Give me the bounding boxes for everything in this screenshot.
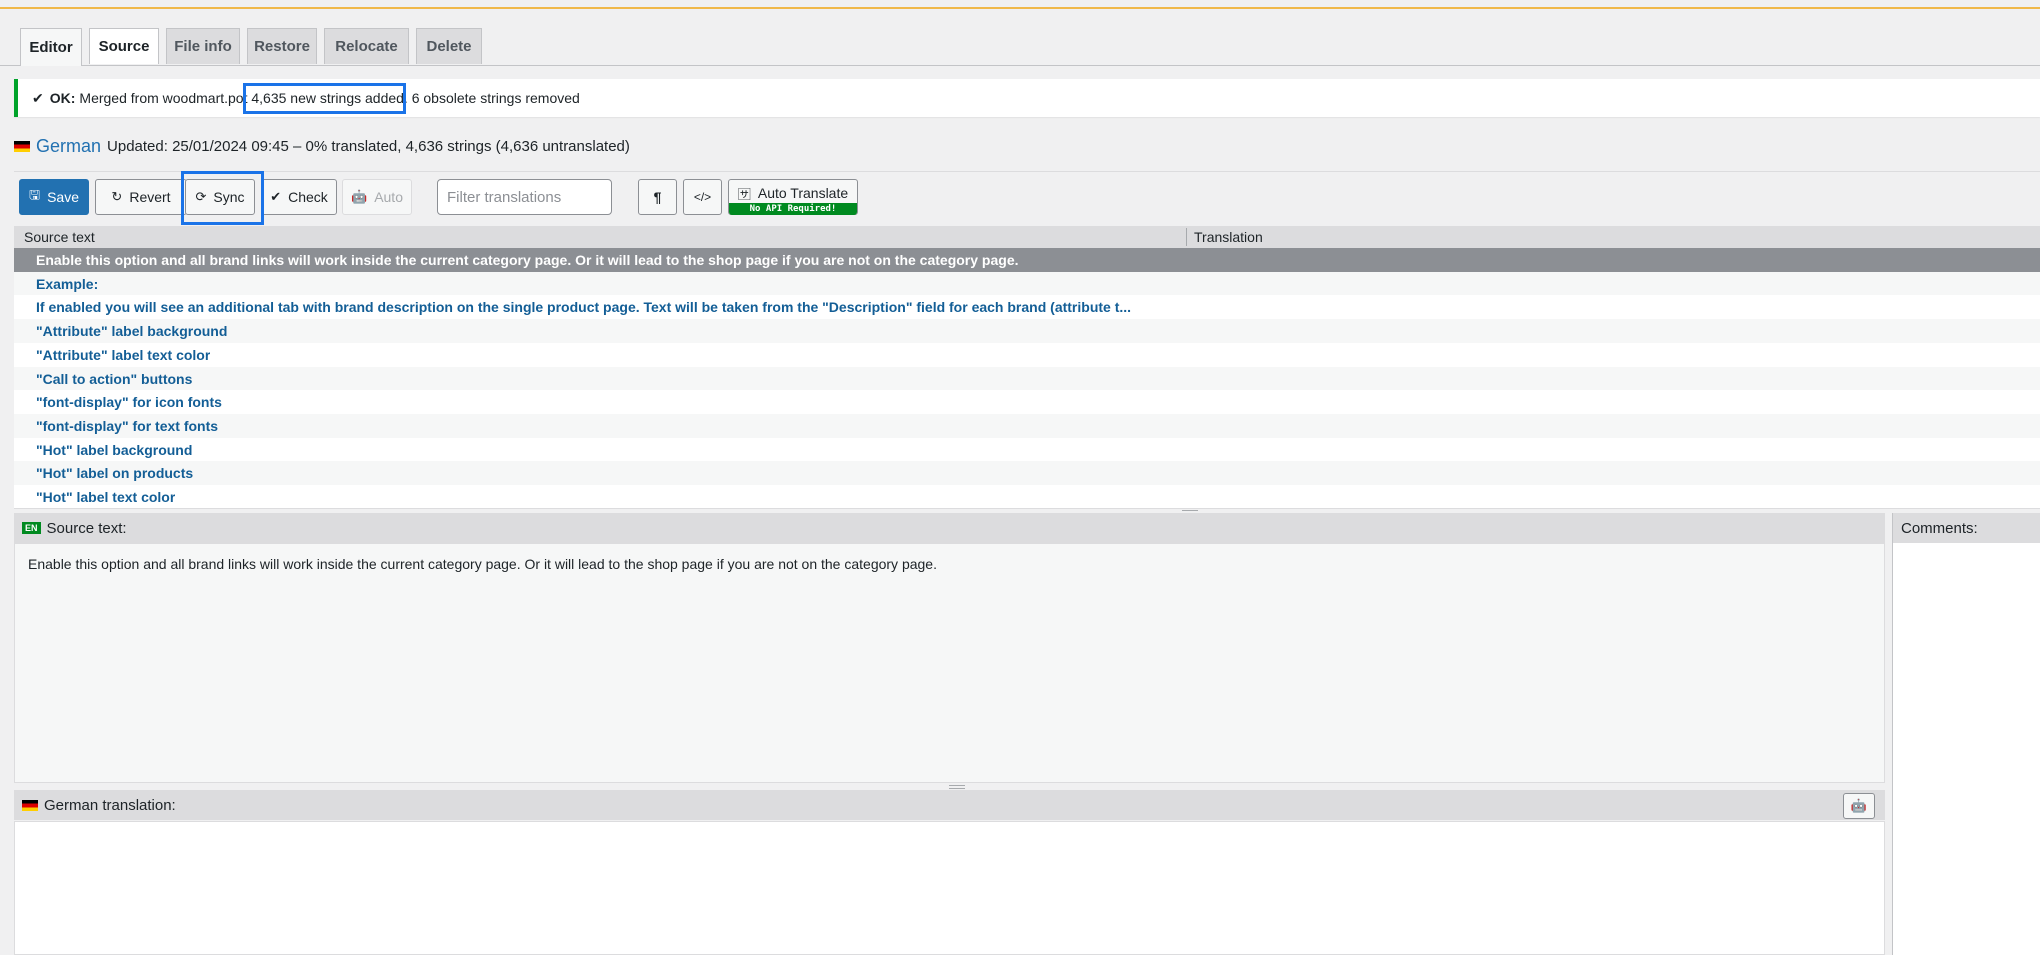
column-divider[interactable] (1186, 228, 1187, 246)
robot-icon: 🤖 (351, 189, 368, 204)
notice-removed: 6 obsolete strings removed (411, 90, 580, 106)
sync-icon: ⟳ (195, 189, 207, 204)
robot-icon: 🤖 (1850, 798, 1868, 813)
checkmark-icon: ✔ (32, 89, 44, 106)
auto-translate-button[interactable]: 🈂 Auto Translate No API Required! (728, 179, 858, 215)
strings-list: Source text Translation Enable this opti… (14, 226, 2040, 509)
source-resize-handle[interactable] (14, 783, 1885, 790)
column-translation[interactable]: Translation (1194, 229, 1263, 245)
translation-pane-header: German translation: 🤖 (14, 790, 1885, 820)
code-view-button[interactable]: </> (683, 179, 722, 215)
column-source-text[interactable]: Source text (24, 229, 95, 245)
sync-label: Sync (213, 189, 245, 205)
language-header: German Updated: 25/01/2024 09:45 – 0% tr… (14, 134, 630, 158)
notice-status: OK: (49, 90, 76, 106)
list-item-text: "Call to action" buttons (36, 370, 193, 387)
list-item-text: "Hot" label background (36, 441, 193, 458)
save-button[interactable]: 🖫 Save (19, 179, 89, 215)
list-item[interactable]: Example: (14, 271, 2040, 296)
source-pane-title: Source text: (46, 519, 127, 537)
invisibles-toggle-button[interactable]: ¶ (638, 179, 677, 215)
check-button[interactable]: ✔ Check (261, 179, 337, 215)
list-item-text: "Attribute" label background (36, 323, 228, 340)
list-item[interactable]: "Attribute" label background (14, 319, 2040, 343)
list-item-text: "Hot" label on products (36, 465, 194, 482)
save-icon: 🖫 (29, 187, 41, 202)
check-label: Check (288, 189, 328, 205)
editor-toolbar: 🖫 Save ↻ Revert ⟳ Sync ✔ Check 🤖 Auto ¶ </> 🈂… (14, 171, 2040, 227)
list-item[interactable]: "Hot" label on products (14, 461, 2040, 485)
list-item-text: "font-display" for icon fonts (36, 394, 222, 411)
filter-translations-input[interactable] (437, 179, 612, 215)
translation-input[interactable] (14, 821, 1885, 955)
list-item-text: Example: (36, 275, 99, 292)
auto-button[interactable]: 🤖 Auto (342, 179, 412, 215)
auto-translate-label: Auto Translate (757, 185, 849, 201)
vertical-resize-handle[interactable] (1885, 513, 1892, 955)
comments-pane[interactable]: Comments: (1892, 513, 2040, 955)
tab-relocate[interactable]: Relocate (324, 28, 409, 64)
revert-icon: ↻ (111, 189, 123, 204)
list-item[interactable]: If enabled you will see an additional ta… (14, 295, 2040, 319)
revert-label: Revert (129, 189, 171, 205)
language-name[interactable]: German (36, 136, 101, 157)
auto-label: Auto (374, 189, 403, 205)
editor-tabs: Editor Source File info Restore Relocate… (0, 28, 2040, 66)
top-border (0, 0, 2040, 9)
list-item[interactable]: Enable this option and all brand links w… (14, 248, 2040, 272)
tab-restore[interactable]: Restore (247, 28, 317, 64)
list-item[interactable]: "Attribute" label text color (14, 343, 2040, 367)
save-label: Save (47, 189, 79, 205)
list-item[interactable]: "font-display" for text fonts (14, 413, 2040, 438)
list-header: Source text Translation (14, 226, 2040, 248)
list-item-text: "Attribute" label text color (36, 346, 211, 363)
tab-delete[interactable]: Delete (416, 28, 482, 64)
list-item[interactable]: "font-display" for icon fonts (14, 390, 2040, 414)
revert-button[interactable]: ↻ Revert (95, 179, 187, 215)
list-item[interactable]: "Hot" label background (14, 438, 2040, 462)
en-language-badge: EN (22, 522, 41, 534)
notice-added: 4,635 new strings added. (251, 90, 408, 106)
list-item-text: "font-display" for text fonts (36, 417, 219, 434)
list-item-text: "Hot" label text color (36, 489, 176, 505)
source-text-display: Enable this option and all brand links w… (14, 543, 1885, 783)
sync-button[interactable]: ⟳ Sync (185, 179, 255, 215)
robot-translate-button[interactable]: 🤖 (1843, 793, 1875, 819)
tab-editor[interactable]: Editor (20, 28, 82, 66)
check-icon: ✔ (270, 189, 282, 204)
list-item[interactable]: "Hot" label text color (14, 485, 2040, 509)
translation-pane-title: German translation: (44, 796, 176, 814)
language-stats: Updated: 25/01/2024 09:45 – 0% translate… (107, 137, 630, 155)
list-item-text: If enabled you will see an additional ta… (36, 299, 1132, 316)
list-item-text: Enable this option and all brand links w… (36, 252, 1019, 268)
no-api-badge: No API Required! (729, 203, 857, 215)
source-pane-header: EN Source text: (14, 513, 1885, 543)
comments-pane-header: Comments: (1893, 513, 2040, 543)
german-flag-icon (22, 799, 38, 811)
list-item[interactable]: "Call to action" buttons (14, 366, 2040, 391)
notice-merged: Merged from woodmart.pot (79, 90, 248, 106)
tab-file-info[interactable]: File info (166, 28, 240, 64)
success-notice: ✔ OK: Merged from woodmart.pot 4,635 new… (14, 79, 2040, 117)
translate-icon: 🈂 (737, 186, 751, 202)
tab-source[interactable]: Source (89, 28, 159, 64)
grip-icon (949, 785, 965, 789)
german-flag-icon (14, 140, 30, 152)
